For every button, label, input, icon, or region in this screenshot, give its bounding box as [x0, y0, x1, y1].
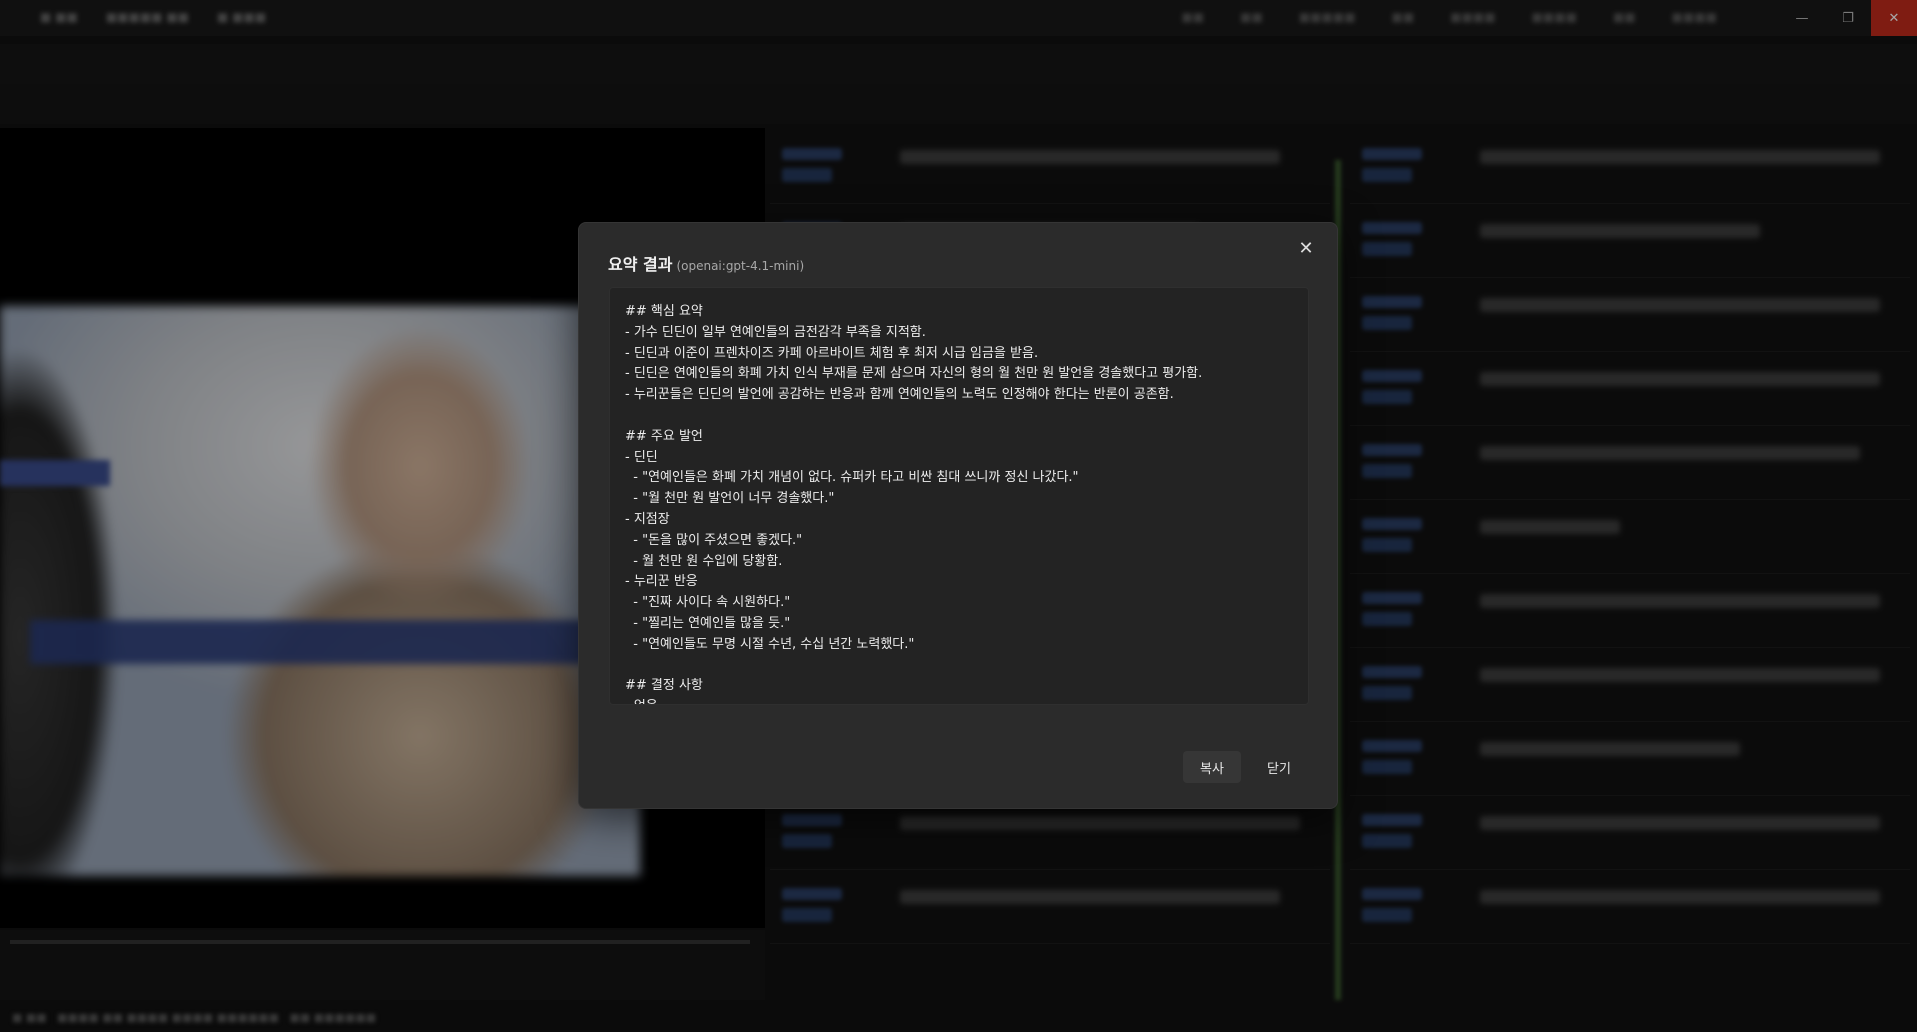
summary-content[interactable]: ## 핵심 요약 - 가수 딘딘이 일부 연예인들의 금전감각 부족을 지적함.… — [609, 287, 1309, 705]
app-window: ■ ■■ ■■■■■ ■■ ■ ■■■ ■■ ■■ ■■■■■ ■■ ■■■■ ■■■■ ■■ ■… — [0, 0, 1917, 1032]
close-icon[interactable]: ✕ — [1291, 233, 1321, 263]
summary-dialog: 요약 결과 (openai:gpt-4.1-mini) ✕ ## 핵심 요약 - … — [578, 222, 1338, 809]
dialog-title: 요약 결과 (openai:gpt-4.1-mini) — [608, 251, 804, 275]
model-label: (openai:gpt-4.1-mini) — [676, 259, 805, 273]
summary-text: ## 핵심 요약 - 가수 딘딘이 일부 연예인들의 금전감각 부족을 지적함.… — [625, 304, 1203, 704]
close-button[interactable]: 닫기 — [1249, 751, 1309, 783]
dialog-title-text: 요약 결과 — [608, 255, 673, 274]
copy-button[interactable]: 복사 — [1183, 751, 1241, 783]
